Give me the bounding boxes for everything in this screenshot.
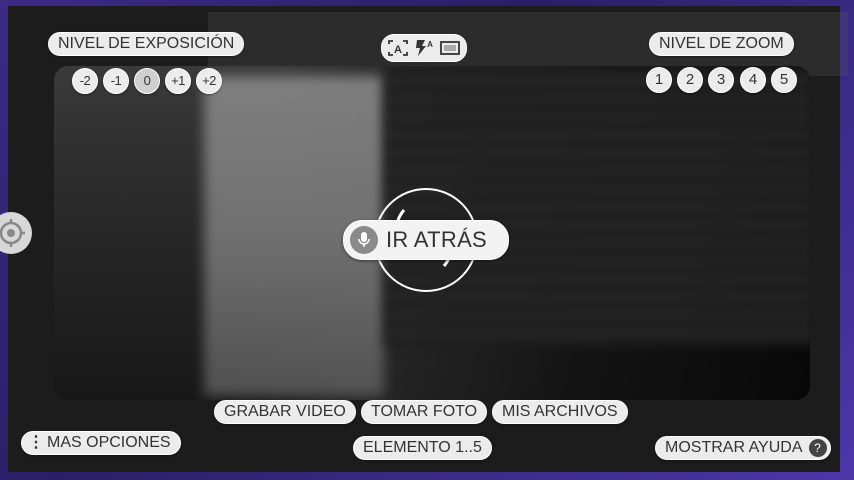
zoom-label: NIVEL DE ZOOM: [649, 32, 794, 56]
zoom-level-2[interactable]: 2: [677, 67, 703, 93]
exposure-level-0[interactable]: 0: [134, 68, 160, 94]
exposure-level-plus-1[interactable]: +1: [165, 68, 191, 94]
exposure-level-plus-2[interactable]: +2: [196, 68, 222, 94]
more-options-button[interactable]: ⋮ MAS OPCIONES: [21, 431, 181, 455]
zoom-level-5[interactable]: 5: [771, 67, 797, 93]
svg-text:A: A: [394, 44, 402, 56]
auto-focus-icon[interactable]: A: [387, 39, 409, 57]
svg-text:A: A: [427, 40, 433, 49]
aspect-ratio-icon[interactable]: [439, 39, 461, 57]
camera-mode-toolbar: A A: [381, 34, 467, 62]
help-icon: ?: [808, 438, 827, 457]
zoom-level-3[interactable]: 3: [708, 67, 734, 93]
zoom-level-4[interactable]: 4: [740, 67, 766, 93]
flash-auto-icon[interactable]: A: [413, 39, 435, 57]
record-video-button[interactable]: GRABAR VIDEO: [214, 400, 356, 424]
element-range-label: ELEMENTO 1..5: [353, 436, 492, 460]
go-back-button[interactable]: IR ATRÁS: [343, 220, 509, 260]
exposure-level-minus-2[interactable]: -2: [72, 68, 98, 94]
my-files-button[interactable]: MIS ARCHIVOS: [492, 400, 628, 424]
more-options-label: MAS OPCIONES: [47, 434, 171, 451]
zoom-level-1[interactable]: 1: [646, 67, 672, 93]
mic-icon: [350, 226, 378, 254]
show-help-button[interactable]: MOSTRAR AYUDA?: [655, 436, 831, 460]
take-photo-button[interactable]: TOMAR FOTO: [361, 400, 488, 424]
exposure-level-minus-1[interactable]: -1: [103, 68, 129, 94]
exposure-label: NIVEL DE EXPOSICIÓN: [48, 32, 245, 56]
show-help-label: MOSTRAR AYUDA: [665, 439, 803, 456]
go-back-label: IR ATRÁS: [386, 227, 488, 252]
more-vert-icon: ⋮: [28, 434, 44, 451]
